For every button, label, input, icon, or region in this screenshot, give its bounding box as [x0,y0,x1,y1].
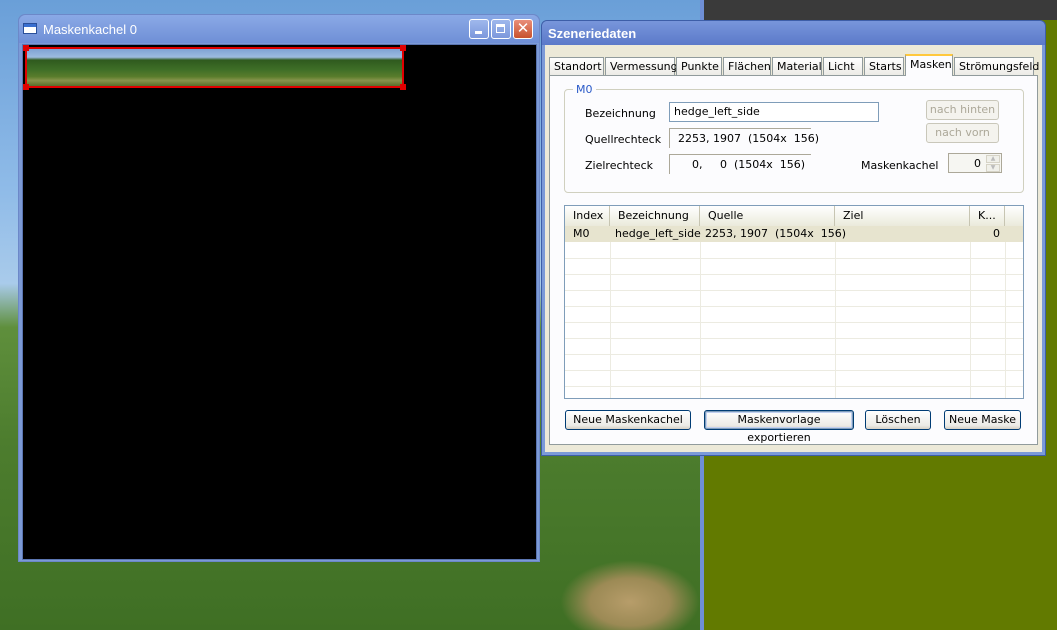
loeschen-button[interactable]: Löschen [865,410,931,430]
col-header-bezeichnung[interactable]: Bezeichnung [610,206,700,226]
col-header-k[interactable]: K... [970,206,1005,226]
maskenkachel-spinbox[interactable]: 0 ▲ ▼ [948,153,1002,173]
quellrechteck-value: 2253, 1907 (1504x 156) [669,128,819,148]
maskenvorlage-exportieren-button[interactable]: Maskenvorlage exportieren [704,410,854,444]
grid-line [1005,226,1006,398]
grid-line [700,226,701,398]
grid-line [565,258,1023,259]
scenery-dialog-client: Standort Vermessung Punkte Flächen Mater… [545,45,1042,452]
grid-line [565,306,1023,307]
cell-k: 0 [993,227,1000,240]
cell-bezeichnung: hedge_left_side [615,227,701,240]
grid-line [565,370,1023,371]
nach-hinten-button[interactable]: nach hinten [926,100,999,120]
resize-handle-top-left[interactable] [23,45,29,51]
close-button[interactable]: ✕ [513,19,533,39]
tab-vermessung[interactable]: Vermessung [605,57,678,75]
table-header: Index Bezeichnung Quelle Ziel K... [565,206,1023,227]
resize-handle-top-right[interactable] [400,45,406,51]
mask-table[interactable]: Index Bezeichnung Quelle Ziel K... M0 he… [564,205,1024,399]
tab-standort[interactable]: Standort [549,57,604,75]
tab-masken[interactable]: Masken [905,54,953,76]
tab-starts[interactable]: Starts [864,57,904,75]
minimize-button[interactable] [469,19,489,39]
masken-tab-panel: M0 Bezeichnung hedge_left_side Quellrech… [549,75,1038,445]
resize-handle-bottom-left[interactable] [23,84,29,90]
bezeichnung-input[interactable]: hedge_left_side [669,102,879,122]
window-app-icon[interactable] [23,23,37,34]
quellrechteck-label: Quellrechteck [585,133,662,146]
spin-down-icon[interactable]: ▼ [986,164,1000,172]
zielrechteck-value: 0, 0 (1504x 156) [669,154,811,174]
grid-line [565,338,1023,339]
group-title: M0 [573,83,596,96]
scenery-dialog-titlebar[interactable]: Szeneriedaten [542,21,1045,45]
grid-line [610,226,611,398]
tab-flaechen[interactable]: Flächen [723,57,771,75]
scenery-data-dialog: Szeneriedaten Standort Vermessung Punkte… [541,20,1046,456]
tab-material[interactable]: Material [772,57,822,75]
cell-quelle: 2253, 1907 (1504x 156) [705,227,847,240]
tab-stroemungsfeld[interactable]: Strömungsfeld [954,57,1039,75]
grid-line [565,274,1023,275]
tab-punkte[interactable]: Punkte [676,57,722,75]
mask-tile-title: Maskenkachel 0 [43,22,137,37]
scenery-dialog-title: Szeneriedaten [548,26,637,41]
hedge-mask-region[interactable] [23,45,406,90]
maximize-button[interactable] [491,19,511,39]
maskenkachel-label: Maskenkachel [861,159,939,172]
col-header-quelle[interactable]: Quelle [700,206,835,226]
col-header-index[interactable]: Index [565,206,610,226]
mask-tile-window: Maskenkachel 0 ✕ [18,14,540,562]
tab-licht[interactable]: Licht [823,57,863,75]
maskenkachel-value: 0 [974,157,981,170]
neue-maske-button[interactable]: Neue Maske [944,410,1021,430]
nach-vorn-button[interactable]: nach vorn [926,123,999,143]
grid-line [565,354,1023,355]
bezeichnung-label: Bezeichnung [585,107,656,120]
resize-handle-bottom-right[interactable] [400,84,406,90]
grid-line [970,226,971,398]
grid-line [565,290,1023,291]
spin-up-icon[interactable]: ▲ [986,155,1000,163]
table-row[interactable]: M0 hedge_left_side 2253, 1907 (1504x 156… [565,226,1023,242]
mask-tile-titlebar[interactable]: Maskenkachel 0 ✕ [19,15,539,43]
desktop-dirt-patch [560,560,700,630]
viewport-dark-strip [700,0,1057,20]
grid-line [835,226,836,398]
mask-properties-group: M0 Bezeichnung hedge_left_side Quellrech… [564,83,1024,193]
mask-tile-canvas[interactable] [22,44,537,560]
neue-maskenkachel-button[interactable]: Neue Maskenkachel [565,410,691,430]
grid-line [565,322,1023,323]
cell-index: M0 [573,227,590,240]
zielrechteck-label: Zielrechteck [585,159,653,172]
col-header-ziel[interactable]: Ziel [835,206,970,226]
grid-line [565,386,1023,387]
